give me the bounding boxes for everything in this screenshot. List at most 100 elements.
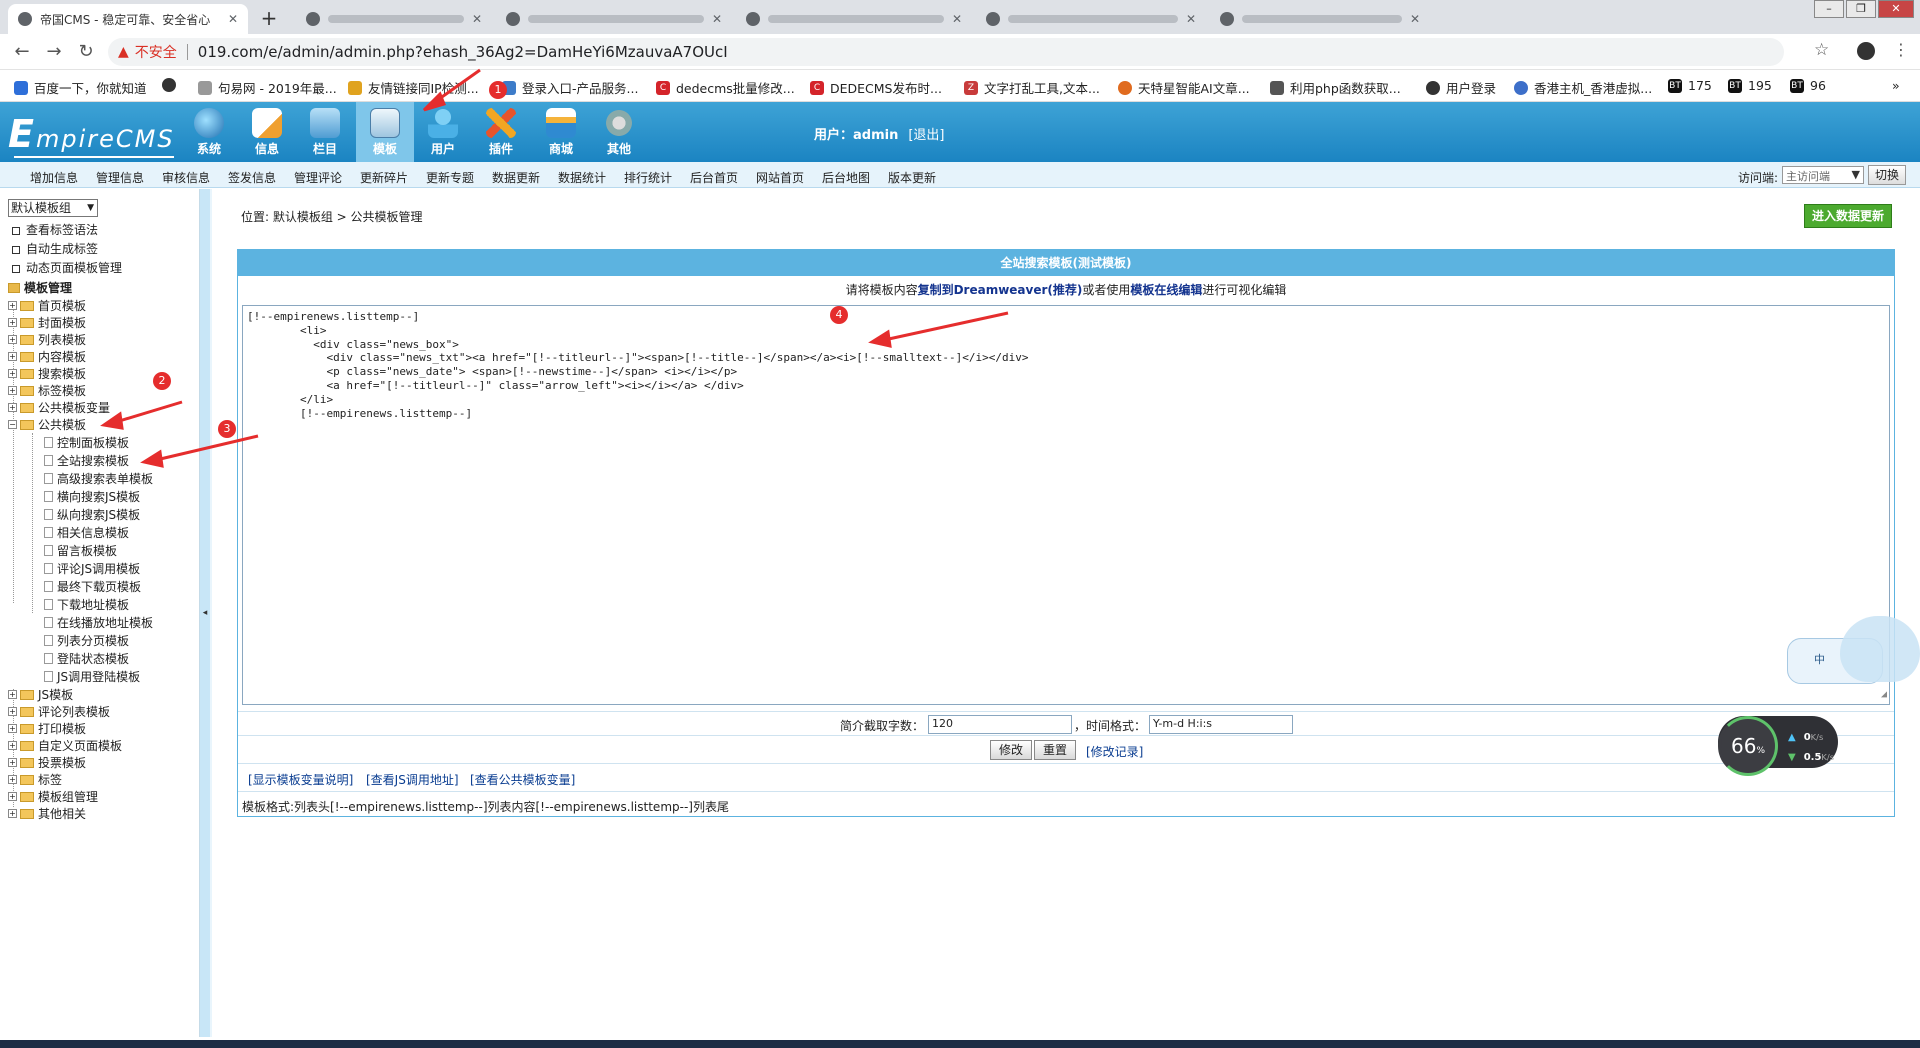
close-icon[interactable]: ✕ [952,12,962,26]
more-bookmarks-icon[interactable]: » [1892,78,1900,93]
view-public-variables-link[interactable]: [查看公共模板变量] [470,771,575,788]
back-icon[interactable]: ← [10,40,34,64]
maximize-button[interactable]: ❐ [1846,0,1876,18]
sublink-update-fragments[interactable]: 更新碎片 [360,169,408,186]
window-close-button[interactable]: ✕ [1878,0,1914,18]
tree-item[interactable]: + 首页模板 [8,297,86,314]
tree-child[interactable]: 横向搜索JS模板 [44,488,140,505]
sublink-update-topics[interactable]: 更新专题 [426,169,474,186]
tree-item[interactable]: + 模板组管理 [8,788,98,805]
tree-item[interactable]: + 列表模板 [8,331,86,348]
tree-child[interactable]: 在线播放地址模板 [44,614,153,631]
close-icon[interactable]: ✕ [712,12,722,26]
modify-record-link[interactable]: [修改记录] [1086,743,1143,760]
menu-column[interactable]: 栏目 [296,102,354,162]
bookmark-item[interactable]: 用户登录 [1426,78,1496,97]
bookmark-item[interactable]: 句易网 - 2019年最... [198,78,337,97]
empirecms-logo[interactable]: EmpireCMS [8,112,175,158]
sublink-admin-home[interactable]: 后台首页 [690,169,738,186]
modify-button[interactable]: 修改 [990,740,1033,760]
bookmark-item[interactable]: 友情链接同IP检测... [348,78,479,97]
tree-child-site-search[interactable]: 全站搜索模板 [44,452,129,469]
tree-item[interactable]: + 标签模板 [8,382,86,399]
intro-length-input[interactable]: 120 [928,715,1072,734]
browser-tab-active[interactable]: 帝国CMS - 稳定可靠、安全省心 ✕ [8,4,248,34]
tree-item[interactable]: + 投票模板 [8,754,86,771]
tree-item[interactable]: + 内容模板 [8,348,86,365]
tree-child[interactable]: 最终下载页模板 [44,578,141,595]
tree-child[interactable]: 评论JS调用模板 [44,560,140,577]
menu-info[interactable]: 信息 [238,102,296,162]
logout-link[interactable]: [退出] [908,128,944,143]
online-edit-link[interactable]: 模板在线编辑 [1130,283,1202,297]
browser-tab[interactable]: ✕ [736,4,972,34]
bookmark-item[interactable]: Z 文字打乱工具,文本... [964,78,1100,97]
bookmark-item[interactable]: C DEDECMS发布时... [810,78,942,97]
tree-child[interactable]: 高级搜索表单模板 [44,470,153,487]
close-icon[interactable]: ✕ [228,12,238,26]
dreamweaver-link[interactable]: 复制到Dreamweaver(推荐) [918,283,1083,297]
sublink-add-info[interactable]: 增加信息 [30,169,78,186]
tree-item[interactable]: + 公共模板变量 [8,399,110,416]
sublink-data-update[interactable]: 数据更新 [492,169,540,186]
menu-kebab-icon[interactable]: ⋮ [1893,40,1909,59]
sublink-version-update[interactable]: 版本更新 [888,169,936,186]
link-view-tag-syntax[interactable]: 查看标签语法 [12,221,98,238]
sublink-data-stats[interactable]: 数据统计 [558,169,606,186]
access-select[interactable]: 主访问端 ▼ [1782,166,1864,184]
close-icon[interactable]: ✕ [1186,12,1196,26]
tree-item[interactable]: + 封面模板 [8,314,86,331]
template-group-select[interactable]: 默认模板组 ▼ [8,199,98,217]
account-icon[interactable] [1857,42,1875,60]
new-tab-button[interactable]: + [256,6,282,32]
view-js-address-link[interactable]: [查看JS调用地址] [366,771,459,788]
close-icon[interactable]: ✕ [472,12,482,26]
forward-icon[interactable]: → [42,40,66,64]
link-dynamic-page-template[interactable]: 动态页面模板管理 [12,259,122,276]
sublink-audit-info[interactable]: 审核信息 [162,169,210,186]
bookmark-star-icon[interactable]: ☆ [1814,40,1829,60]
bookmark-item[interactable]: 利用php函数获取... [1270,78,1401,97]
bookmark-item[interactable]: Cdedecms批量修改... [656,78,795,97]
tree-child[interactable]: 留言板模板 [44,542,117,559]
bookmark-item[interactable]: 登录入口-产品服务... [502,78,638,97]
tree-item[interactable]: + 评论列表模板 [8,703,110,720]
bookmark-item[interactable]: BT 96 [1790,78,1826,93]
menu-plugin[interactable]: 插件 [472,102,530,162]
resize-handle-icon[interactable]: ◢ [1881,688,1887,702]
tree-item[interactable]: + 打印模板 [8,720,86,737]
tree-child[interactable]: 控制面板模板 [44,434,129,451]
bookmark-item[interactable]: BT 175 [1668,78,1712,93]
browser-tab[interactable]: ✕ [1210,4,1430,34]
menu-user[interactable]: 用户 [414,102,472,162]
bookmark-item[interactable]: 百度一下，你就知道 [14,78,147,97]
tree-item-public-template[interactable]: − 公共模板 [8,416,86,433]
sublink-manage-comments[interactable]: 管理评论 [294,169,342,186]
tree-child[interactable]: 登陆状态模板 [44,650,129,667]
address-bar[interactable]: ▲ 不安全 019.com/e/admin/admin.php?ehash_36… [108,38,1784,66]
tree-item[interactable]: + JS模板 [8,686,73,703]
tree-item[interactable]: + 其他相关 [8,805,86,822]
bookmark-item[interactable]: 香港主机_香港虚拟... [1514,78,1652,97]
sublink-rank-stats[interactable]: 排行统计 [624,169,672,186]
switch-button[interactable]: 切换 [1868,165,1906,185]
browser-tab[interactable]: ✕ [496,4,732,34]
sublink-manage-info[interactable]: 管理信息 [96,169,144,186]
template-code-textarea[interactable]: [!--empirenews.listtemp--] <li> <div cla… [242,305,1890,705]
browser-tab[interactable]: ✕ [976,4,1206,34]
sublink-site-home[interactable]: 网站首页 [756,169,804,186]
menu-system[interactable]: 系统 [180,102,238,162]
data-update-button[interactable]: 进入数据更新 [1804,204,1892,228]
menu-shop[interactable]: 商城 [532,102,590,162]
tree-item[interactable]: + 自定义页面模板 [8,737,122,754]
show-variables-link[interactable]: [显示模板变量说明] [248,771,353,788]
tree-item[interactable]: + 搜索模板 [8,365,86,382]
tree-item[interactable]: + 标签 [8,771,62,788]
reload-icon[interactable]: ↻ [74,40,98,64]
reset-button[interactable]: 重置 [1034,740,1077,760]
close-icon[interactable]: ✕ [1410,12,1420,26]
sublink-sign-info[interactable]: 签发信息 [228,169,276,186]
menu-other[interactable]: 其他 [590,102,648,162]
tree-child[interactable]: 列表分页模板 [44,632,129,649]
minimize-button[interactable]: – [1814,0,1844,18]
